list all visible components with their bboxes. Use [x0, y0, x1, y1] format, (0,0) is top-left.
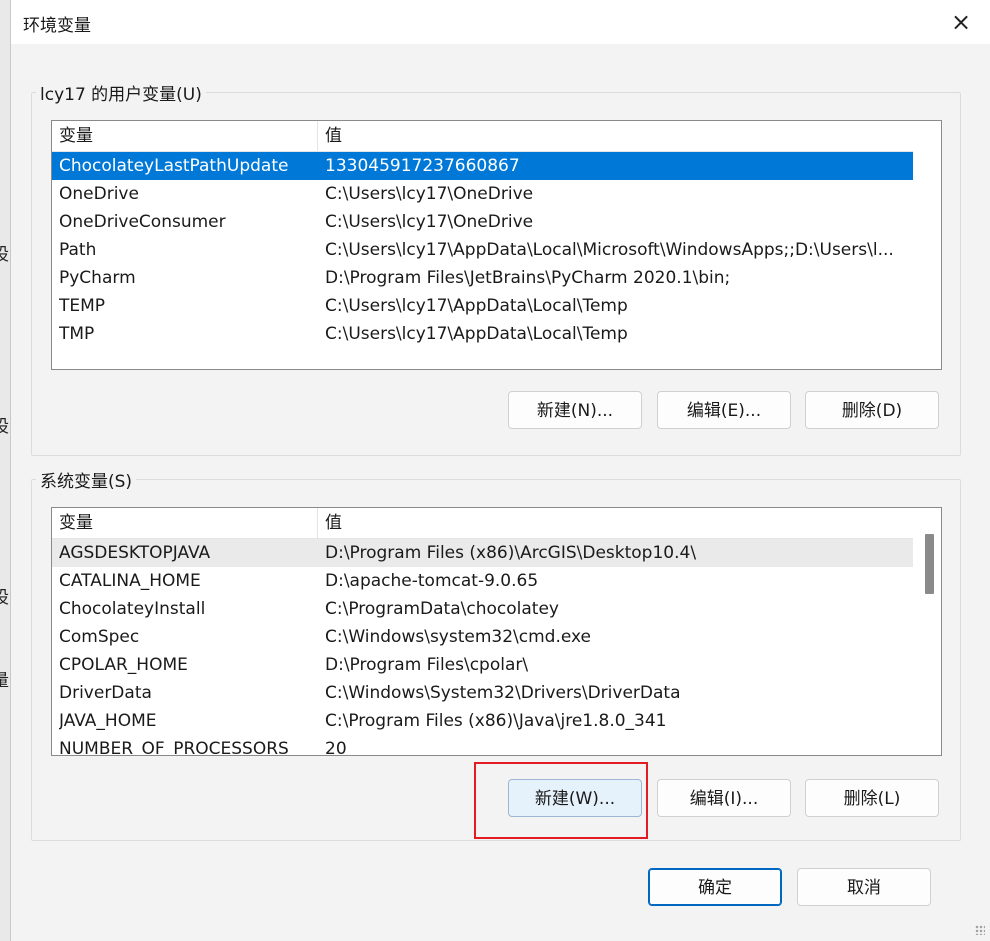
system-variables-legend: 系统变量(S)	[40, 472, 133, 492]
variable-value-cell: C:\Users\lcy17\OneDrive	[325, 212, 534, 232]
user-variable-rows: ChocolateyLastPathUpdate 1330459172376608…	[52, 152, 913, 348]
variable-name-cell: TEMP	[59, 296, 106, 316]
variable-value-cell: D:\Program Files\JetBrains\PyCharm 2020.…	[325, 268, 731, 288]
environment-variables-dialog: 环境变量 × lcy17 的用户变量(U) 变量 值 ChocolateyLas…	[10, 0, 990, 941]
variable-name-cell: AGSDESKTOPJAVA	[59, 543, 211, 563]
table-row[interactable]: OneDrive C:\Users\lcy17\OneDrive	[52, 180, 913, 208]
variable-name-cell: PyCharm	[59, 268, 136, 288]
table-row[interactable]: Path C:\Users\lcy17\AppData\Local\Microso…	[52, 236, 913, 264]
background-text: 量	[0, 671, 9, 691]
background-text: 设	[0, 417, 9, 437]
variable-name-cell: TMP	[59, 324, 95, 344]
variable-name-cell: NUMBER_OF_PROCESSORS	[59, 739, 289, 756]
title-bar[interactable]: 环境变量 ×	[11, 0, 990, 44]
list-header: 变量 值	[52, 121, 913, 152]
variable-value-cell: C:\Program Files (x86)\Java\jre1.8.0_341	[325, 711, 667, 731]
user-new-button[interactable]: 新建(N)...	[508, 391, 642, 429]
resize-grip-icon[interactable]	[975, 925, 985, 935]
variable-value-cell: C:\ProgramData\chocolatey	[325, 599, 559, 619]
variable-name-cell: ComSpec	[59, 627, 140, 647]
variable-value-cell: 133045917237660867	[325, 156, 520, 176]
user-variables-list[interactable]: 变量 值 ChocolateyLastPathUpdate 13304591723…	[51, 120, 942, 370]
cancel-button[interactable]: 取消	[797, 868, 931, 906]
list-header: 变量 值	[52, 508, 913, 539]
variable-name-cell: OneDriveConsumer	[59, 212, 226, 232]
variable-value-cell: D:\Program Files\cpolar\	[325, 655, 529, 675]
column-header-value[interactable]: 值	[318, 121, 342, 151]
table-row[interactable]: CATALINA_HOME D:\apache-tomcat-9.0.65	[52, 567, 913, 595]
table-row[interactable]: DriverData C:\Windows\System32\Drivers\Dr…	[52, 679, 913, 707]
table-row[interactable]: ComSpec C:\Windows\system32\cmd.exe	[52, 623, 913, 651]
dialog-title: 环境变量	[23, 16, 91, 36]
variable-name-cell: OneDrive	[59, 184, 139, 204]
table-row[interactable]: TEMP C:\Users\lcy17\AppData\Local\Temp	[52, 292, 913, 320]
variable-value-cell: 20	[325, 739, 347, 756]
table-row[interactable]: JAVA_HOME C:\Program Files (x86)\Java\jre…	[52, 707, 913, 735]
column-header-value[interactable]: 值	[318, 508, 342, 538]
system-delete-button[interactable]: 删除(L)	[805, 779, 939, 817]
column-header-variable[interactable]: 变量	[52, 508, 318, 538]
system-new-button[interactable]: 新建(W)...	[508, 779, 642, 817]
variable-value-cell: C:\Users\lcy17\OneDrive	[325, 184, 534, 204]
variable-name-cell: ChocolateyLastPathUpdate	[59, 156, 289, 176]
scrollbar-thumb[interactable]	[925, 534, 934, 594]
table-row[interactable]: OneDriveConsumer C:\Users\lcy17\OneDrive	[52, 208, 913, 236]
variable-value-cell: C:\Windows\system32\cmd.exe	[325, 627, 592, 647]
variable-name-cell: Path	[59, 240, 97, 260]
variable-value-cell: D:\Program Files (x86)\ArcGIS\Desktop10.…	[325, 543, 697, 563]
system-variable-rows: AGSDESKTOPJAVA D:\Program Files (x86)\Arc…	[52, 539, 913, 756]
table-row[interactable]: ChocolateyInstall C:\ProgramData\chocolat…	[52, 595, 913, 623]
background-text: 设	[0, 588, 9, 608]
system-edit-button[interactable]: 编辑(I)...	[657, 779, 791, 817]
variable-value-cell: C:\Users\lcy17\AppData\Local\Microsoft\W…	[325, 240, 894, 260]
background-text: 设	[0, 245, 9, 265]
user-edit-button[interactable]: 编辑(E)...	[657, 391, 791, 429]
close-icon: ×	[950, 8, 972, 36]
variable-name-cell: DriverData	[59, 683, 152, 703]
variable-name-cell: CPOLAR_HOME	[59, 655, 188, 675]
variable-value-cell: C:\Users\lcy17\AppData\Local\Temp	[325, 296, 628, 316]
ok-button[interactable]: 确定	[648, 868, 782, 906]
system-variables-list[interactable]: 变量 值 AGSDESKTOPJAVA D:\Program Files (x86…	[51, 507, 942, 756]
table-row[interactable]: PyCharm D:\Program Files\JetBrains\PyChar…	[52, 264, 913, 292]
user-delete-button[interactable]: 删除(D)	[805, 391, 939, 429]
table-row[interactable]: ChocolateyLastPathUpdate 1330459172376608…	[52, 152, 913, 180]
variable-name-cell: JAVA_HOME	[59, 711, 157, 731]
table-row[interactable]: AGSDESKTOPJAVA D:\Program Files (x86)\Arc…	[52, 539, 913, 567]
user-variables-legend: lcy17 的用户变量(U)	[40, 85, 202, 105]
column-header-variable[interactable]: 变量	[52, 121, 318, 151]
variable-name-cell: ChocolateyInstall	[59, 599, 206, 619]
table-row[interactable]: NUMBER_OF_PROCESSORS 20	[52, 735, 913, 756]
table-row[interactable]: TMP C:\Users\lcy17\AppData\Local\Temp	[52, 320, 913, 348]
variable-value-cell: D:\apache-tomcat-9.0.65	[325, 571, 539, 591]
variable-name-cell: CATALINA_HOME	[59, 571, 201, 591]
vertical-scrollbar[interactable]	[915, 508, 941, 755]
close-button[interactable]: ×	[941, 2, 981, 42]
table-row[interactable]: CPOLAR_HOME D:\Program Files\cpolar\	[52, 651, 913, 679]
variable-value-cell: C:\Windows\System32\Drivers\DriverData	[325, 683, 681, 703]
variable-value-cell: C:\Users\lcy17\AppData\Local\Temp	[325, 324, 628, 344]
